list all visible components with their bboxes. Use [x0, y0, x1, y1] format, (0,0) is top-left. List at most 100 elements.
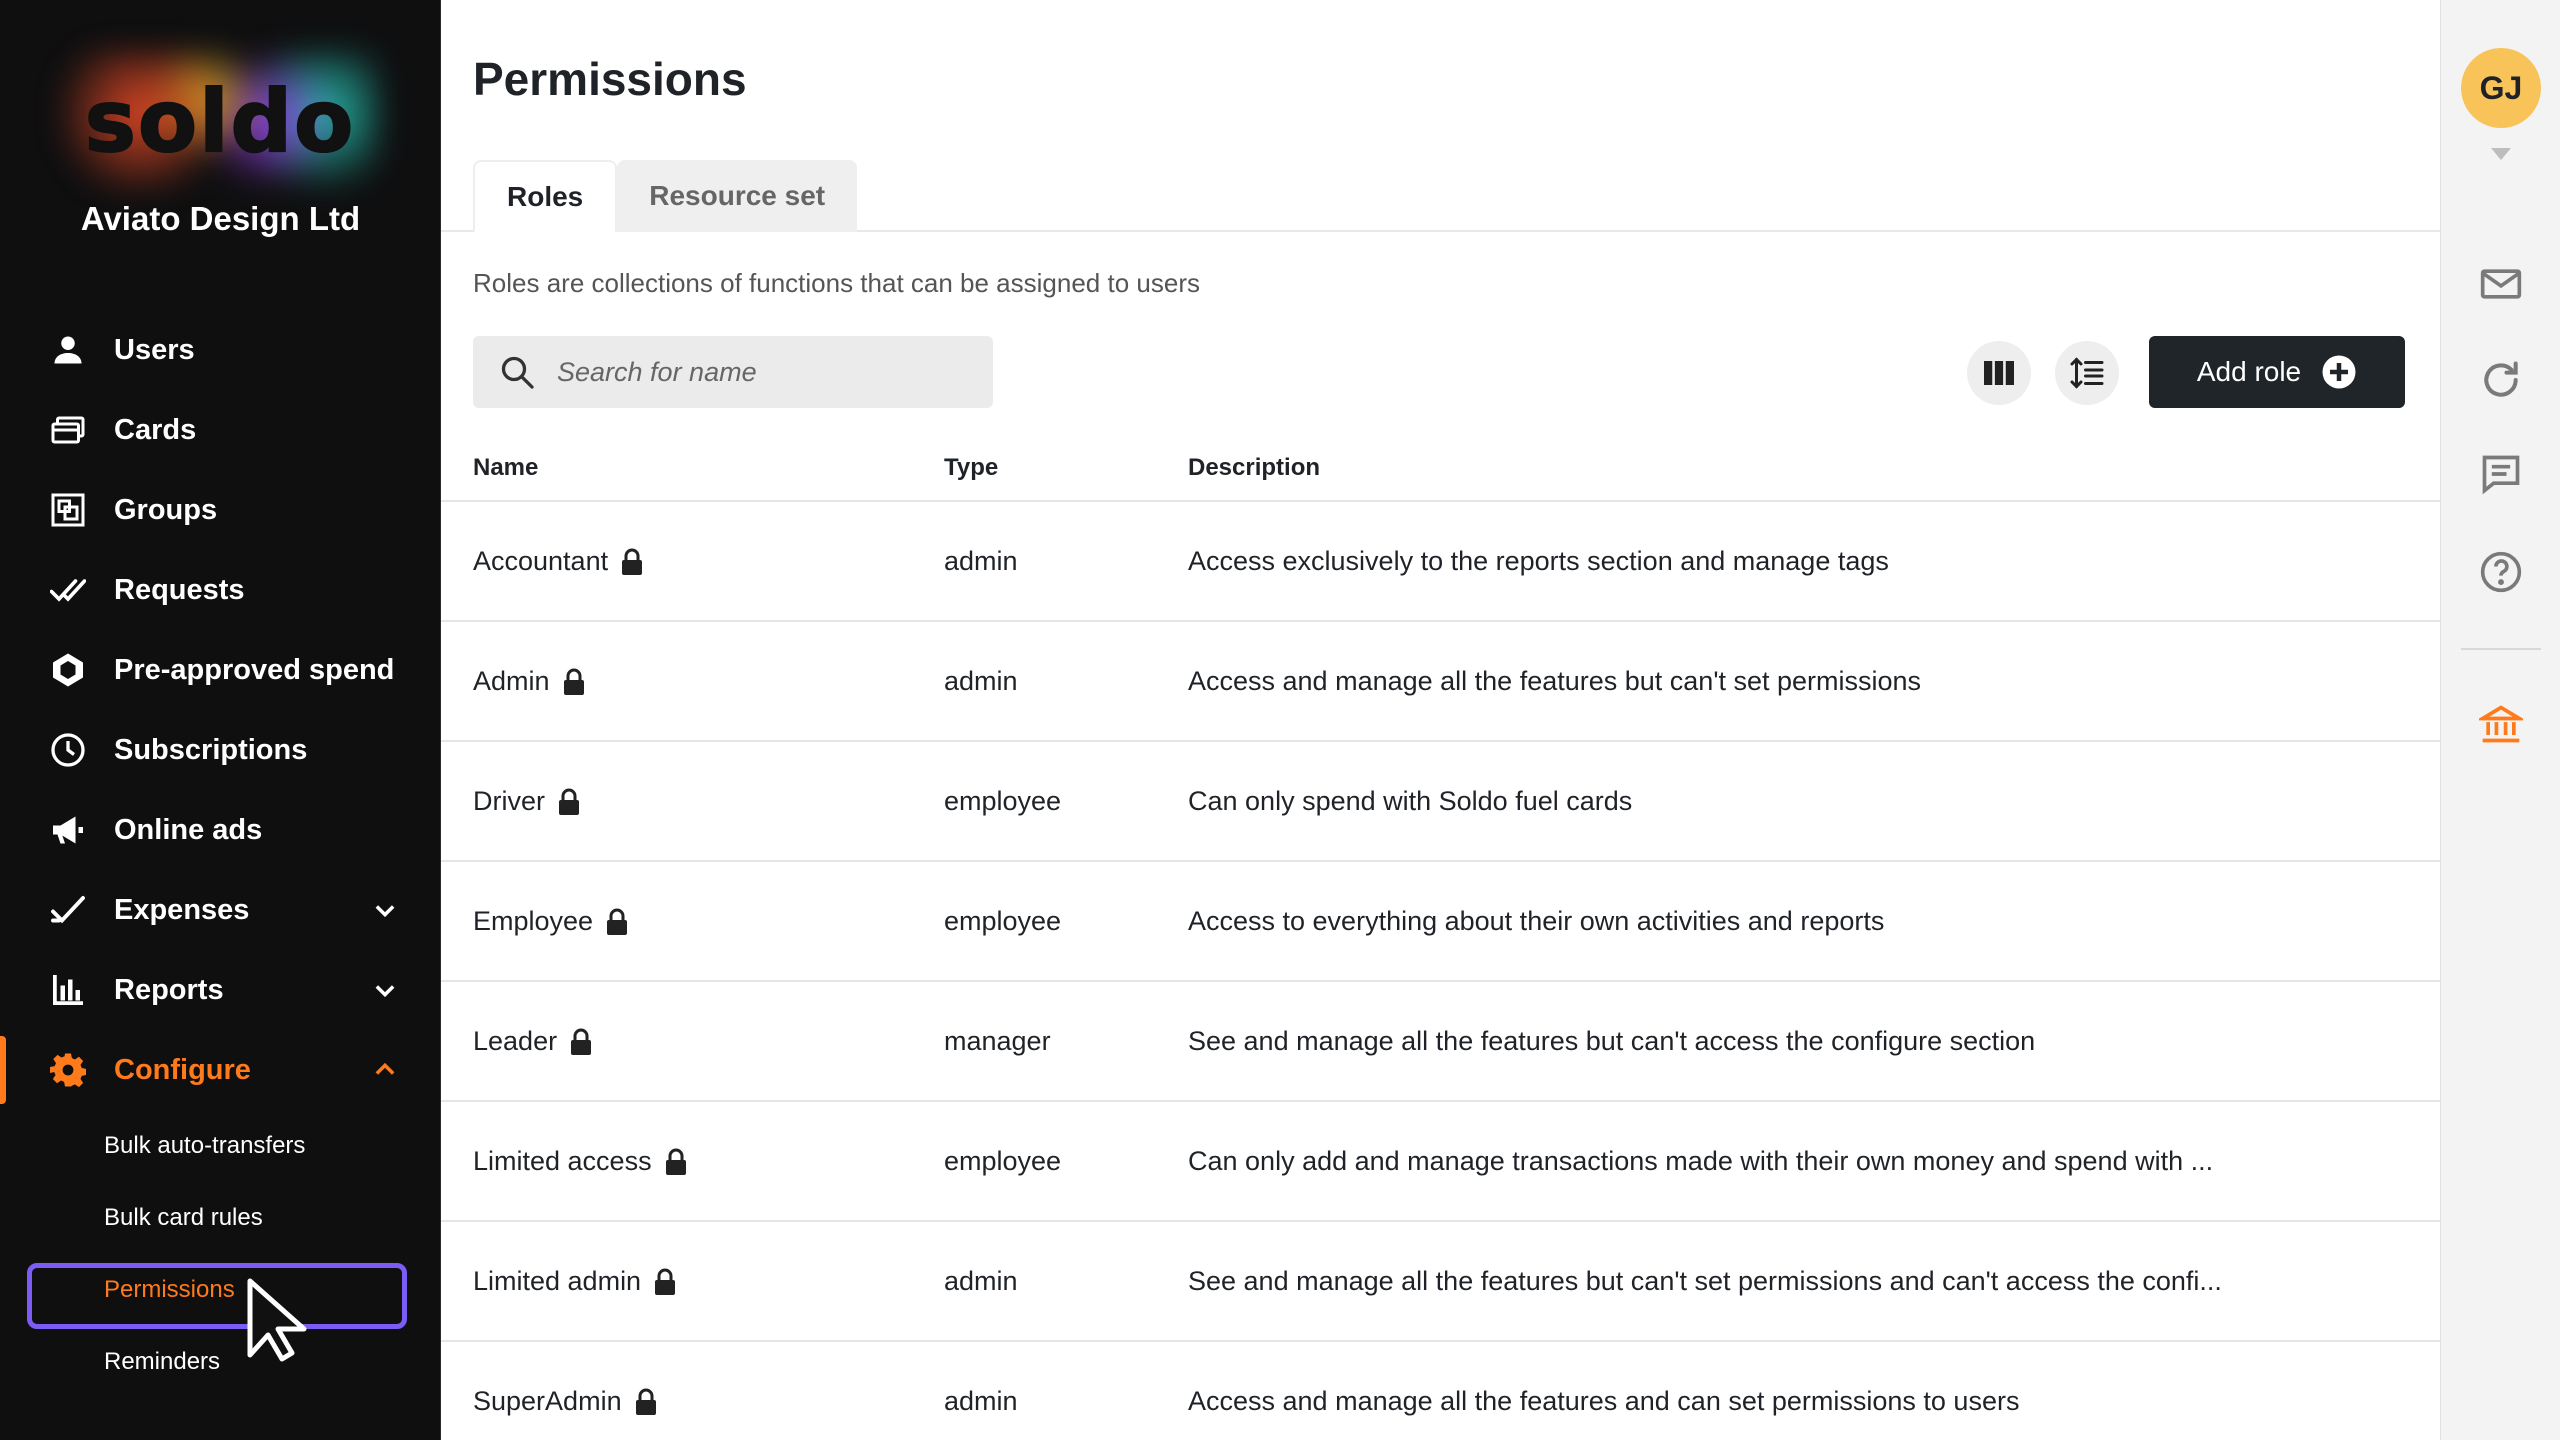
nav-online-ads[interactable]: Online ads [0, 790, 440, 870]
table-row[interactable]: SuperAdmin admin Access and manage all t… [441, 1342, 2440, 1440]
nav-label: Cards [114, 413, 197, 446]
lock-icon [607, 908, 628, 935]
role-description: See and manage all the features but can'… [1188, 1266, 2222, 1296]
table-row[interactable]: Leader manager See and manage all the fe… [441, 982, 2440, 1102]
lock-icon [571, 1028, 592, 1055]
role-name: Driver [473, 786, 545, 816]
role-type: employee [944, 906, 1062, 936]
mail-icon[interactable] [2479, 262, 2523, 306]
refresh-icon[interactable] [2479, 358, 2523, 402]
role-name-cell: Leader [473, 1026, 593, 1057]
mouse-pointer-icon [247, 1278, 307, 1362]
column-header-name[interactable]: Name [473, 454, 538, 482]
chevron-down-icon[interactable] [371, 896, 399, 924]
row-density-button[interactable] [2055, 341, 2119, 405]
role-name-cell: SuperAdmin [473, 1386, 658, 1417]
megaphone-icon [48, 810, 88, 850]
search-input[interactable] [557, 356, 977, 388]
table-row[interactable]: Accountant admin Access exclusively to t… [441, 502, 2440, 622]
role-name-cell: Driver [473, 786, 581, 817]
role-name: Leader [473, 1026, 558, 1056]
tab-roles[interactable]: Roles [473, 160, 618, 232]
tabs: Roles Resource set [473, 160, 858, 232]
role-name: Admin [473, 666, 550, 696]
role-type: employee [944, 786, 1062, 816]
role-type: admin [944, 1386, 1018, 1416]
role-name-cell: Limited access [473, 1146, 688, 1177]
plus-circle-icon [2322, 355, 2356, 389]
table-row[interactable]: Driver employee Can only spend with Sold… [441, 742, 2440, 862]
sidebar: soldo Aviato Design Ltd Users Cards Grou… [0, 0, 441, 1440]
nav-cards[interactable]: Cards [0, 390, 440, 470]
main-content: Permissions Roles Resource set Roles are… [441, 0, 2440, 1440]
page-title: Permissions [473, 53, 747, 105]
column-header-description[interactable]: Description [1188, 454, 1320, 482]
nav-label: Groups [114, 493, 218, 526]
bar-chart-icon [48, 970, 88, 1010]
role-name: Employee [473, 906, 594, 936]
row-height-icon [2070, 357, 2104, 389]
role-type: admin [944, 1266, 1018, 1296]
double-check-icon [48, 570, 88, 610]
help-icon[interactable] [2479, 550, 2523, 594]
nav-label: Users [114, 333, 195, 366]
role-name-cell: Admin [473, 666, 586, 697]
roles-table-body: Accountant admin Access exclusively to t… [441, 502, 2440, 1440]
nav-requests[interactable]: Requests [0, 550, 440, 630]
groups-icon [48, 490, 88, 530]
user-icon [48, 330, 88, 370]
rail-divider [2461, 648, 2541, 650]
avatar[interactable]: GJ [2461, 48, 2541, 128]
lock-icon [563, 668, 584, 695]
chevron-up-icon[interactable] [371, 1056, 399, 1084]
role-description: Access and manage all the features but c… [1188, 666, 1922, 696]
right-rail: GJ [2440, 0, 2560, 1440]
role-type: admin [944, 666, 1018, 696]
role-name: Accountant [473, 546, 609, 576]
nav-label: Subscriptions [114, 733, 308, 766]
nav-bulk-card-rules[interactable]: Bulk card rules [0, 1182, 440, 1254]
nav-label: Online ads [114, 813, 263, 846]
table-row[interactable]: Employee employee Access to everything a… [441, 862, 2440, 982]
role-name-cell: Employee [473, 906, 629, 937]
table-row[interactable]: Admin admin Access and manage all the fe… [441, 622, 2440, 742]
caret-down-icon[interactable] [2489, 146, 2513, 162]
nav-subscriptions[interactable]: Subscriptions [0, 710, 440, 790]
table-header: Name Type Description [441, 440, 2440, 502]
nav-label: Pre-approved spend [114, 653, 395, 686]
lock-icon [655, 1268, 676, 1295]
chevron-down-icon[interactable] [371, 976, 399, 1004]
role-name: Limited access [473, 1146, 652, 1176]
add-role-button[interactable]: Add role [2149, 336, 2405, 408]
nav-users[interactable]: Users [0, 310, 440, 390]
add-role-label: Add role [2196, 356, 2302, 387]
role-description: See and manage all the features but can'… [1188, 1026, 2036, 1056]
nav-preapproved-spend[interactable]: Pre-approved spend [0, 630, 440, 710]
nav-permissions[interactable]: Permissions [0, 1254, 440, 1329]
columns-button[interactable] [1967, 341, 2031, 405]
nav-reports[interactable]: Reports [0, 950, 440, 1030]
bank-icon[interactable] [2479, 702, 2523, 746]
lock-icon [665, 1148, 686, 1175]
nav-expenses[interactable]: Expenses [0, 870, 440, 950]
search-box[interactable] [473, 336, 993, 408]
table-row[interactable]: Limited admin admin See and manage all t… [441, 1222, 2440, 1342]
company-name: Aviato Design Ltd [80, 200, 361, 237]
tab-resource-set[interactable]: Resource set [617, 160, 858, 232]
role-type: manager [944, 1026, 1051, 1056]
nav-configure[interactable]: Configure [0, 1030, 440, 1110]
lock-icon [559, 788, 579, 815]
cards-icon [48, 410, 88, 450]
role-description: Access to everything about their own act… [1188, 906, 1885, 936]
nav-groups[interactable]: Groups [0, 470, 440, 550]
nav-bulk-auto-transfers[interactable]: Bulk auto-transfers [0, 1110, 440, 1182]
role-name-cell: Accountant [473, 546, 644, 577]
nav-label: Requests [114, 573, 245, 606]
chat-icon[interactable] [2479, 452, 2523, 496]
table-row[interactable]: Limited access employee Can only add and… [441, 1102, 2440, 1222]
hexagon-icon [48, 650, 88, 690]
role-type: admin [944, 546, 1018, 576]
nav-reminders[interactable]: Reminders [0, 1326, 440, 1376]
column-header-type[interactable]: Type [944, 454, 998, 482]
columns-icon [1984, 361, 2014, 385]
